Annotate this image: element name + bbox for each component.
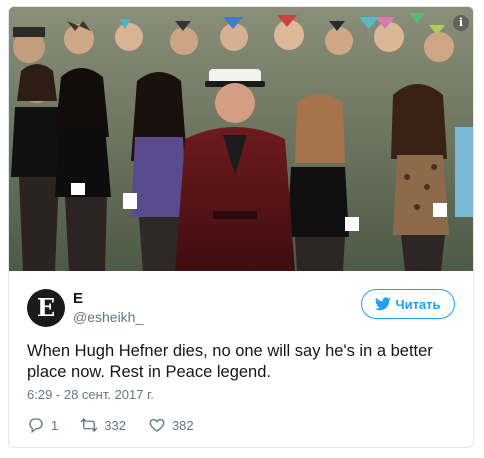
retweet-icon — [81, 418, 98, 432]
author-name[interactable]: E — [73, 290, 83, 307]
retweet-action[interactable]: 332 — [80, 416, 126, 434]
reply-action[interactable]: 1 — [27, 416, 58, 434]
photo-image — [9, 7, 473, 271]
avatar[interactable]: E — [27, 289, 65, 327]
reply-icon — [29, 418, 43, 434]
tweet-text-line: When Hugh Hefner dies, no one will say h… — [27, 342, 433, 360]
info-icon[interactable]: i — [453, 15, 469, 31]
like-count: 382 — [171, 417, 194, 433]
follow-button[interactable]: Читать — [361, 289, 455, 319]
follow-label: Читать — [395, 296, 441, 312]
tweet-text-line: place now. Rest in Peace legend. — [27, 363, 271, 381]
tweet-header: E E @esheikh_ Читать — [9, 271, 473, 331]
tweet-actions: 1 332 382 — [27, 415, 216, 435]
retweet-count: 332 — [104, 417, 126, 433]
tweet-text: When Hugh Hefner dies, no one will say h… — [27, 341, 447, 383]
reply-count: 1 — [51, 417, 59, 433]
tweet-timestamp[interactable]: 6:29 - 28 сент. 2017 г. — [27, 387, 154, 402]
like-action[interactable]: 382 — [148, 416, 194, 434]
heart-icon — [149, 418, 165, 432]
tweet-card: i E E @esheikh_ Читать When Hugh Hefner … — [8, 6, 474, 448]
author-handle[interactable]: @esheikh_ — [73, 309, 143, 325]
twitter-bird-icon — [375, 297, 392, 311]
tweet-photo[interactable]: i — [9, 7, 473, 271]
